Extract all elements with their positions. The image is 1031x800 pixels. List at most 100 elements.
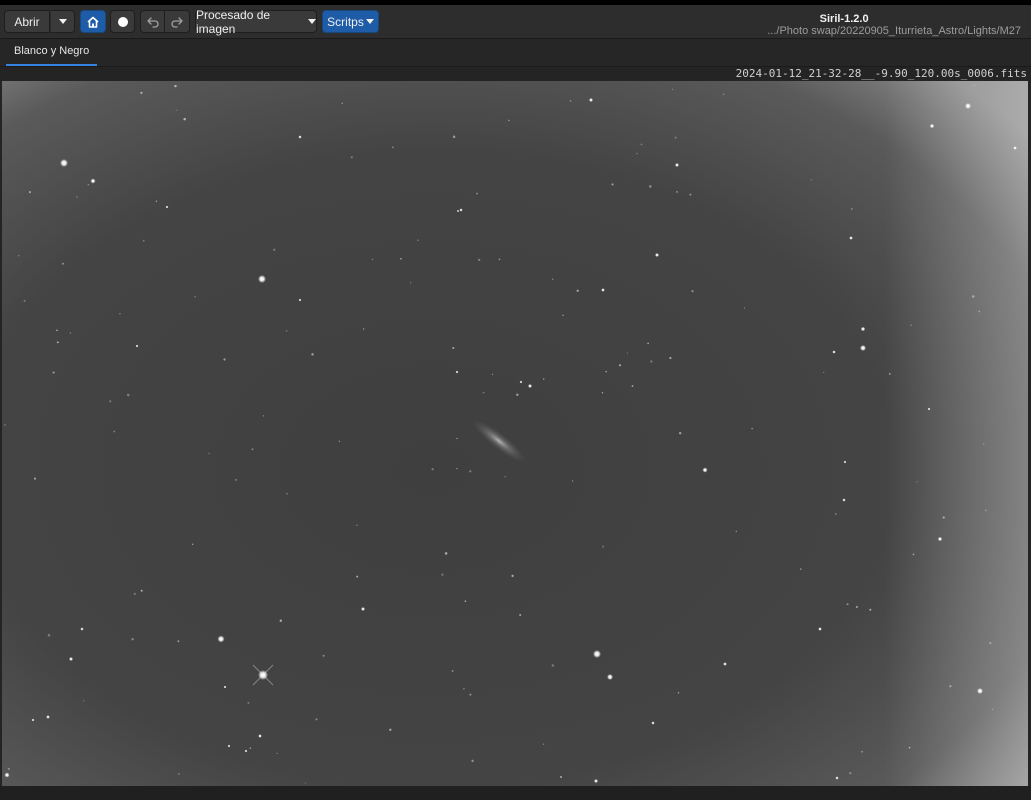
faint-star bbox=[722, 93, 725, 95]
undo-button[interactable] bbox=[140, 10, 165, 33]
faint-star bbox=[691, 289, 694, 293]
home-button[interactable] bbox=[80, 10, 106, 33]
tab-black-and-white[interactable]: Blanco y Negro bbox=[6, 39, 98, 66]
faint-star bbox=[849, 771, 852, 775]
star bbox=[927, 407, 931, 411]
star bbox=[849, 236, 853, 240]
faint-star bbox=[251, 448, 254, 451]
faint-star bbox=[569, 100, 572, 102]
working-directory: .../Photo swap/20220905_Iturrieta_Astro/… bbox=[767, 25, 1021, 37]
image-processing-menu[interactable]: Procesado de imagen bbox=[195, 8, 317, 36]
faint-star bbox=[482, 391, 485, 394]
faint-star bbox=[18, 255, 20, 257]
app-title: Siril-1.2.0 bbox=[819, 13, 869, 25]
faint-star bbox=[285, 330, 288, 332]
star bbox=[80, 627, 84, 631]
faint-star bbox=[223, 358, 226, 361]
star bbox=[298, 298, 302, 302]
faint-star bbox=[823, 371, 825, 374]
faint-star bbox=[834, 513, 837, 515]
live-stacking-button[interactable] bbox=[110, 10, 135, 33]
faint-star bbox=[559, 775, 563, 779]
open-button[interactable]: Abrir bbox=[4, 10, 50, 33]
star bbox=[835, 776, 839, 780]
faint-star bbox=[751, 427, 753, 430]
faint-star bbox=[356, 524, 358, 526]
redo-button[interactable] bbox=[165, 10, 190, 33]
faint-star bbox=[87, 184, 90, 186]
home-icon bbox=[87, 16, 99, 28]
faint-star bbox=[942, 516, 945, 519]
faint-star bbox=[571, 480, 574, 482]
star bbox=[4, 772, 10, 778]
faint-star bbox=[311, 353, 314, 356]
faint-star bbox=[456, 437, 458, 440]
star bbox=[929, 123, 935, 129]
faint-star bbox=[83, 700, 85, 702]
star bbox=[965, 103, 971, 109]
faint-star bbox=[441, 573, 444, 576]
faint-star bbox=[478, 258, 481, 262]
faint-star bbox=[649, 185, 652, 188]
faint-star bbox=[626, 352, 629, 354]
star bbox=[1013, 146, 1017, 150]
faint-star bbox=[640, 143, 643, 146]
faint-star bbox=[28, 191, 31, 194]
faint-star bbox=[69, 332, 72, 334]
faint-star bbox=[444, 552, 448, 555]
faint-star bbox=[350, 156, 353, 159]
open-recent-dropdown[interactable] bbox=[51, 10, 75, 33]
star bbox=[456, 209, 460, 213]
faint-star bbox=[671, 88, 674, 91]
faint-star bbox=[174, 84, 177, 88]
faint-star bbox=[508, 119, 510, 122]
faint-star bbox=[519, 613, 522, 617]
faint-star bbox=[631, 385, 634, 387]
faint-star bbox=[109, 400, 112, 403]
faint-star bbox=[543, 378, 545, 380]
star bbox=[519, 380, 523, 384]
astro-image bbox=[2, 81, 1028, 786]
faint-star bbox=[504, 475, 506, 478]
star bbox=[977, 688, 983, 694]
faint-star bbox=[191, 543, 194, 546]
star bbox=[459, 208, 463, 212]
faint-star bbox=[452, 347, 455, 349]
faint-star bbox=[983, 443, 985, 445]
chevron-down-icon bbox=[365, 19, 374, 24]
star bbox=[589, 98, 593, 102]
faint-star bbox=[689, 193, 692, 196]
faint-star bbox=[675, 190, 679, 193]
star bbox=[675, 163, 679, 167]
faint-star bbox=[551, 278, 554, 281]
faint-star bbox=[618, 364, 622, 367]
image-viewport[interactable] bbox=[2, 81, 1028, 786]
faint-star bbox=[551, 664, 554, 667]
faint-star bbox=[850, 208, 853, 210]
faint-star bbox=[978, 310, 981, 313]
faint-star bbox=[949, 685, 952, 688]
faint-star bbox=[279, 619, 282, 622]
faint-star bbox=[861, 750, 863, 753]
faint-star bbox=[133, 592, 136, 596]
faint-star bbox=[338, 440, 341, 442]
faint-star bbox=[464, 600, 467, 603]
faint-star bbox=[735, 530, 738, 533]
star bbox=[46, 715, 50, 719]
open-button-label: Abrir bbox=[14, 14, 40, 29]
faint-star bbox=[247, 701, 250, 704]
star bbox=[223, 685, 227, 689]
faint-star bbox=[810, 178, 813, 181]
faint-star bbox=[991, 708, 994, 711]
star bbox=[455, 370, 459, 374]
faint-star bbox=[276, 752, 278, 755]
faint-star bbox=[400, 257, 402, 260]
window-title-area: Siril-1.2.0 .../Photo swap/20220905_Itur… bbox=[767, 13, 1021, 38]
faint-star bbox=[155, 200, 158, 202]
faint-star bbox=[471, 759, 474, 763]
faint-star bbox=[869, 608, 872, 611]
faint-star bbox=[322, 654, 325, 657]
scripts-menu[interactable]: Scritps bbox=[322, 10, 379, 33]
faint-star bbox=[469, 693, 472, 696]
faint-star bbox=[131, 637, 134, 641]
